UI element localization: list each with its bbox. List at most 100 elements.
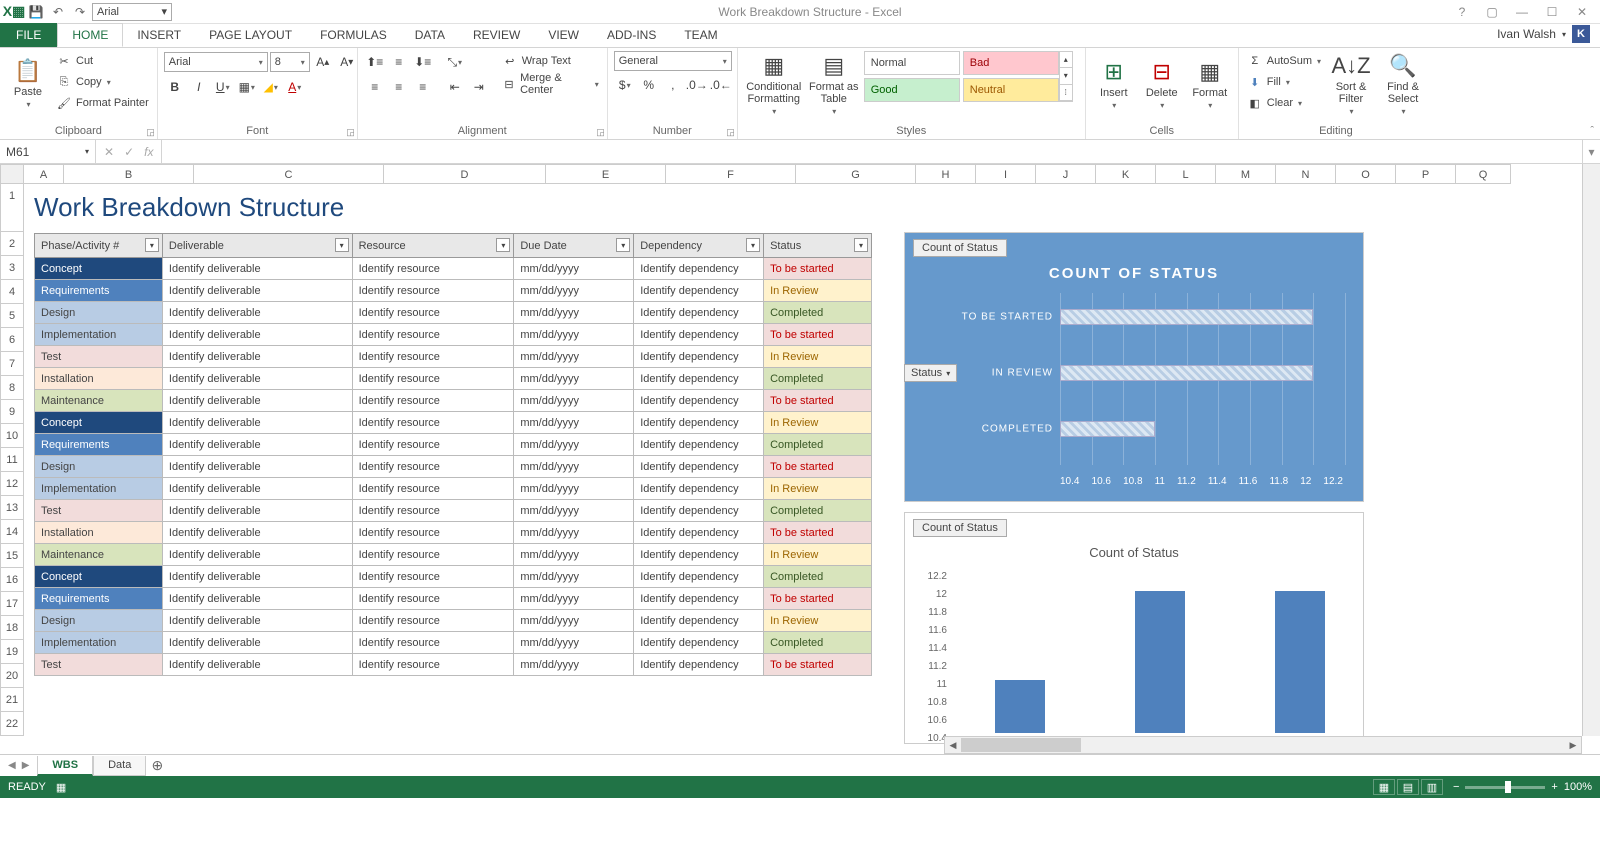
col-header-L[interactable]: L <box>1156 164 1216 184</box>
style-bad[interactable]: Bad <box>963 51 1059 75</box>
align-middle-icon[interactable]: ≡ <box>388 51 410 73</box>
increase-decimal-icon[interactable]: .0→ <box>686 74 708 96</box>
font-color-icon[interactable]: A▾ <box>284 76 306 98</box>
table-row[interactable]: ImplementationIdentify deliverableIdenti… <box>35 324 872 346</box>
tab-review[interactable]: REVIEW <box>459 23 534 47</box>
wbs-header-deliverable[interactable]: Deliverable▾ <box>162 234 352 258</box>
save-icon[interactable]: 💾 <box>26 2 46 22</box>
format-button[interactable]: ▦Format▾ <box>1188 51 1232 117</box>
cancel-formula-icon[interactable]: ✕ <box>104 145 114 159</box>
filter-icon[interactable]: ▾ <box>746 238 760 252</box>
row-header-16[interactable]: 16 <box>0 568 24 592</box>
merge-center-button[interactable]: ⊟Merge & Center ▾ <box>500 74 601 94</box>
row-header-15[interactable]: 15 <box>0 544 24 568</box>
comma-icon[interactable]: , <box>662 74 684 96</box>
alignment-launcher-icon[interactable]: ◲ <box>596 127 605 138</box>
zoom-level[interactable]: 100% <box>1564 781 1592 793</box>
scroll-right-icon[interactable]: ▶ <box>1565 737 1581 753</box>
row-header-1[interactable]: 1 <box>0 184 24 232</box>
number-launcher-icon[interactable]: ◲ <box>726 127 735 138</box>
row-header-7[interactable]: 7 <box>0 352 24 376</box>
row-header-5[interactable]: 5 <box>0 304 24 328</box>
enter-formula-icon[interactable]: ✓ <box>124 145 134 159</box>
fill-button[interactable]: ⬇Fill ▾ <box>1245 72 1323 92</box>
row-header-6[interactable]: 6 <box>0 328 24 352</box>
number-format-combo[interactable]: General▾ <box>614 51 732 71</box>
table-row[interactable]: DesignIdentify deliverableIdentify resou… <box>35 302 872 324</box>
clear-button[interactable]: ◧Clear ▾ <box>1245 93 1323 113</box>
align-bottom-icon[interactable]: ⬇≡ <box>412 51 434 73</box>
col-header-J[interactable]: J <box>1036 164 1096 184</box>
col-header-A[interactable]: A <box>24 164 64 184</box>
col-header-K[interactable]: K <box>1096 164 1156 184</box>
cell-styles-gallery[interactable]: Normal Bad Good Neutral <box>864 51 1059 102</box>
table-row[interactable]: MaintenanceIdentify deliverableIdentify … <box>35 390 872 412</box>
col-header-G[interactable]: G <box>796 164 916 184</box>
col-header-Q[interactable]: Q <box>1456 164 1511 184</box>
col-header-H[interactable]: H <box>916 164 976 184</box>
row-header-2[interactable]: 2 <box>0 232 24 256</box>
add-sheet-button[interactable]: ⊕ <box>146 757 168 774</box>
table-row[interactable]: ConceptIdentify deliverableIdentify reso… <box>35 258 872 280</box>
tab-insert[interactable]: INSERT <box>123 23 195 47</box>
table-row[interactable]: TestIdentify deliverableIdentify resourc… <box>35 346 872 368</box>
chart-count-of-status-vertical[interactable]: Count of Status Count of Status 12.21211… <box>904 512 1364 744</box>
cut-button[interactable]: ✂Cut <box>54 51 151 71</box>
expand-formula-icon[interactable]: ▾ <box>1582 140 1600 163</box>
decrease-decimal-icon[interactable]: .0← <box>710 74 732 96</box>
row-header-3[interactable]: 3 <box>0 256 24 280</box>
wbs-header-status[interactable]: Status▾ <box>764 234 872 258</box>
paste-button[interactable]: 📋 Paste▾ <box>6 51 50 117</box>
qat-font-combo[interactable]: Arial▾ <box>92 3 172 21</box>
filter-icon[interactable]: ▾ <box>335 238 349 252</box>
table-row[interactable]: InstallationIdentify deliverableIdentify… <box>35 368 872 390</box>
normal-view-icon[interactable]: ▦ <box>1373 779 1395 795</box>
percent-icon[interactable]: % <box>638 74 660 96</box>
accounting-icon[interactable]: $▾ <box>614 74 636 96</box>
filter-icon[interactable]: ▾ <box>145 238 159 252</box>
table-row[interactable]: DesignIdentify deliverableIdentify resou… <box>35 456 872 478</box>
format-painter-button[interactable]: 🖌Format Painter <box>54 93 151 113</box>
delete-button[interactable]: ⊟Delete▾ <box>1140 51 1184 117</box>
align-center-icon[interactable]: ≡ <box>388 76 410 98</box>
tab-page-layout[interactable]: PAGE LAYOUT <box>195 23 306 47</box>
row-header-18[interactable]: 18 <box>0 616 24 640</box>
tab-team[interactable]: TEAM <box>670 23 731 47</box>
font-name-combo[interactable]: Arial▾ <box>164 52 268 72</box>
wrap-text-button[interactable]: ↩Wrap Text <box>500 51 601 71</box>
help-icon[interactable]: ? <box>1452 5 1472 19</box>
tab-home[interactable]: HOME <box>57 23 123 47</box>
tab-formulas[interactable]: FORMULAS <box>306 23 401 47</box>
row-header-4[interactable]: 4 <box>0 280 24 304</box>
copy-button[interactable]: ⎘Copy ▾ <box>54 72 151 92</box>
underline-icon[interactable]: U▾ <box>212 76 234 98</box>
file-tab[interactable]: FILE <box>0 23 57 47</box>
shrink-font-icon[interactable]: A▾ <box>336 51 358 73</box>
select-all-corner[interactable] <box>0 164 24 184</box>
fill-color-icon[interactable]: ◢▾ <box>260 76 282 98</box>
table-row[interactable]: InstallationIdentify deliverableIdentify… <box>35 522 872 544</box>
col-header-C[interactable]: C <box>194 164 384 184</box>
maximize-icon[interactable]: ☐ <box>1542 5 1562 19</box>
scroll-left-icon[interactable]: ◀ <box>945 737 961 753</box>
col-header-I[interactable]: I <box>976 164 1036 184</box>
find-select-button[interactable]: 🔍Find & Select▾ <box>1379 51 1427 117</box>
align-right-icon[interactable]: ≡ <box>412 76 434 98</box>
filter-icon[interactable]: ▾ <box>496 238 510 252</box>
user-account[interactable]: Ivan Walsh▾ K <box>1487 21 1600 47</box>
col-header-E[interactable]: E <box>546 164 666 184</box>
table-row[interactable]: MaintenanceIdentify deliverableIdentify … <box>35 544 872 566</box>
zoom-control[interactable]: − + 100% <box>1453 781 1592 793</box>
font-size-combo[interactable]: 8▾ <box>270 52 310 72</box>
border-icon[interactable]: ▦▾ <box>236 76 258 98</box>
row-header-19[interactable]: 19 <box>0 640 24 664</box>
ribbon-display-icon[interactable]: ▢ <box>1482 5 1502 19</box>
horizontal-scrollbar[interactable]: ◀ ▶ <box>944 736 1582 754</box>
page-break-view-icon[interactable]: ▥ <box>1421 779 1443 795</box>
row-header-8[interactable]: 8 <box>0 376 24 400</box>
row-header-10[interactable]: 10 <box>0 424 24 448</box>
formula-input[interactable] <box>162 140 1582 163</box>
undo-icon[interactable]: ↶ <box>48 2 68 22</box>
redo-icon[interactable]: ↷ <box>70 2 90 22</box>
page-layout-view-icon[interactable]: ▤ <box>1397 779 1419 795</box>
